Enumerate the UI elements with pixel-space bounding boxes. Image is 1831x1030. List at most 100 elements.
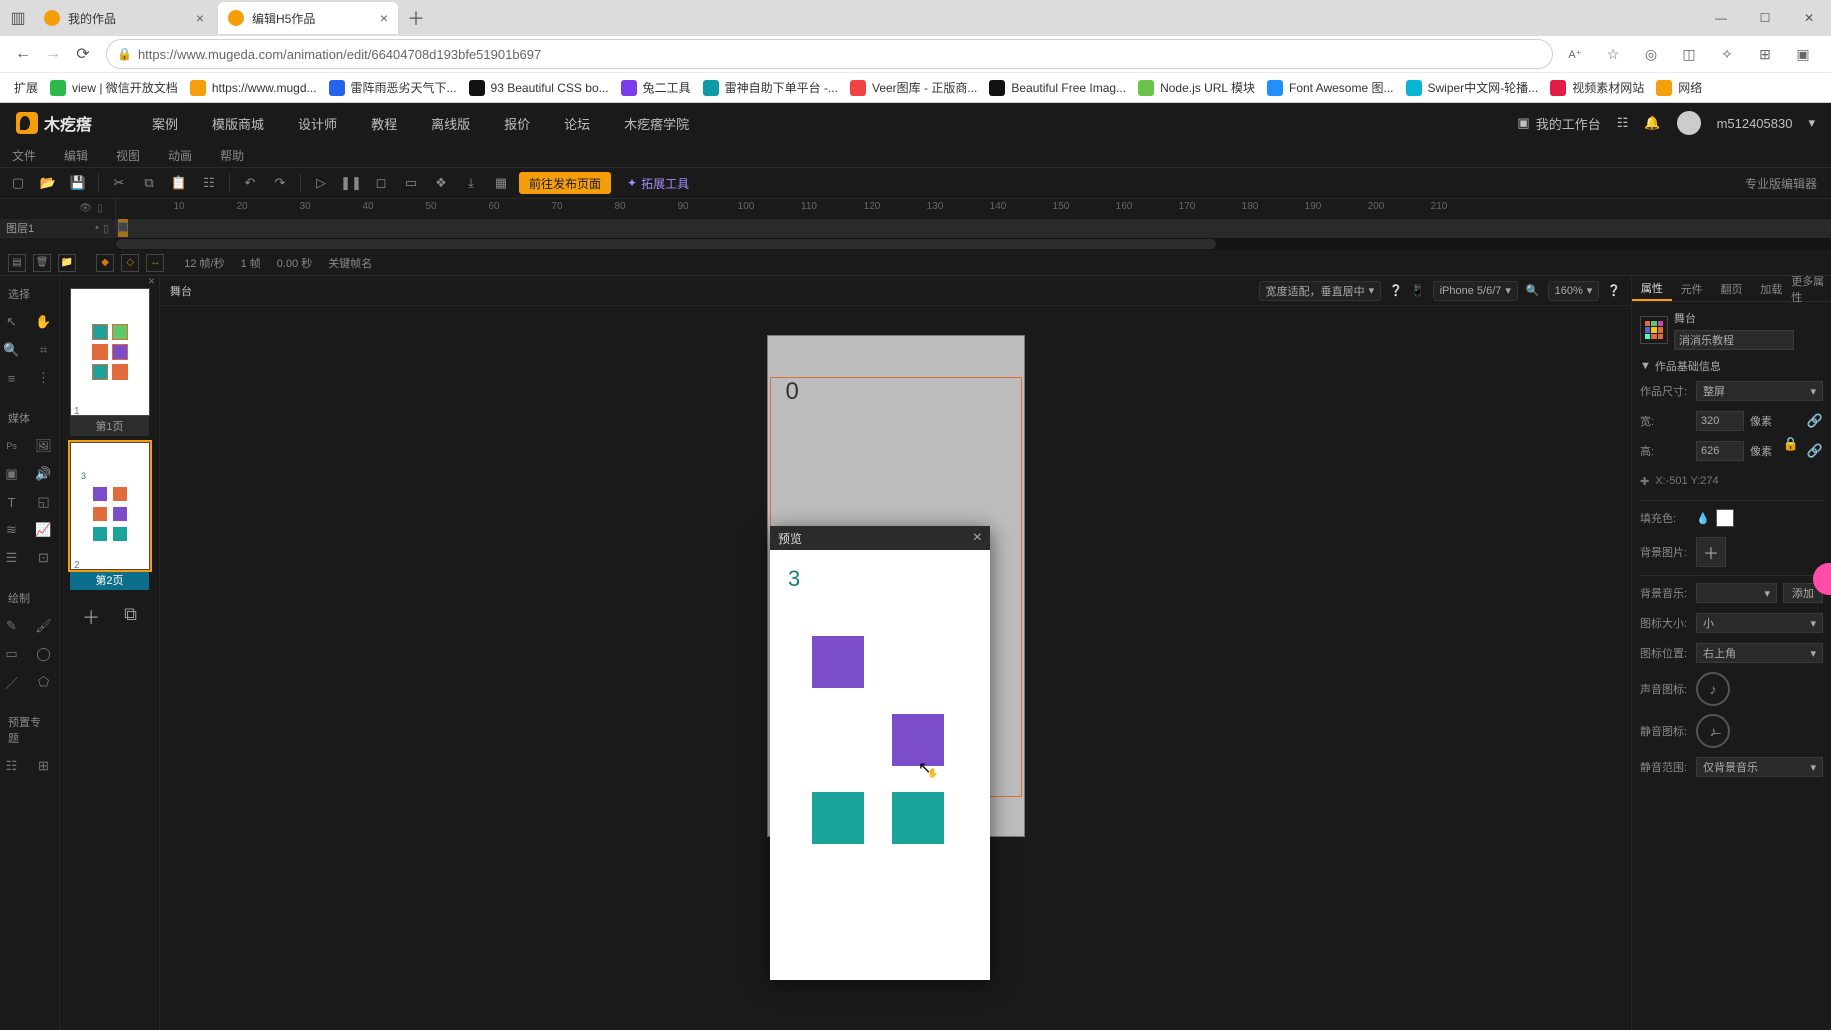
video-tool[interactable]: ≋	[0, 518, 24, 542]
qr-icon[interactable]: ❖	[429, 171, 453, 195]
pen-tool[interactable]: ✎	[0, 614, 24, 638]
distribute-tool[interactable]: ⋮	[32, 366, 56, 390]
clipboard-icon[interactable]: ☷	[197, 171, 221, 195]
game-tile[interactable]	[892, 714, 944, 766]
menu-item[interactable]: 动画	[168, 147, 192, 164]
browser-tab-2[interactable]: 编辑H5作品 ×	[218, 2, 398, 34]
timeline-track-area[interactable]: 1020304050607080901001101201301401501601…	[116, 199, 1831, 237]
layer-row[interactable]: 图层1 • ▯	[0, 219, 115, 237]
copy-icon[interactable]: ⧉	[137, 171, 161, 195]
menu-item[interactable]: 帮助	[220, 147, 244, 164]
undo-icon[interactable]: ↶	[238, 171, 262, 195]
panel-close-icon[interactable]: ×	[148, 274, 155, 288]
layer-visibility-toggle[interactable]: •	[95, 222, 99, 235]
bookmark-item[interactable]: Swiper中文网-轮播...	[1400, 79, 1545, 96]
zoom-tool[interactable]: 🔍	[0, 338, 24, 362]
zoom-select[interactable]: 160% ▾	[1548, 281, 1600, 301]
pause-icon[interactable]: ❚❚	[339, 171, 363, 195]
sound-icon-preview[interactable]: ♪	[1696, 672, 1730, 706]
keyframe[interactable]	[118, 222, 128, 232]
eyedropper-icon[interactable]: 💧	[1696, 512, 1710, 525]
brush-tool[interactable]: 🖌	[32, 614, 56, 638]
open-icon[interactable]: 📂	[36, 171, 60, 195]
bookmark-item[interactable]: 视频素材网站	[1544, 79, 1650, 96]
timeline-track[interactable]	[116, 219, 1831, 237]
nav-link[interactable]: 教程	[371, 114, 397, 133]
ellipse-tool[interactable]: ◯	[32, 642, 56, 666]
scrollbar-thumb[interactable]	[116, 239, 1216, 249]
fill-color-swatch[interactable]	[1716, 509, 1734, 527]
close-icon[interactable]: ×	[973, 529, 982, 547]
line-tool[interactable]: ／	[0, 670, 24, 694]
mute-scope-select[interactable]: 仅背景音乐▾	[1696, 757, 1823, 777]
crop-tool[interactable]: ⌗	[32, 338, 56, 362]
minimize-button[interactable]: ―	[1699, 1, 1743, 35]
redo-icon[interactable]: ↷	[268, 171, 292, 195]
adapt-help-icon[interactable]: ❔	[1389, 284, 1403, 297]
bookmark-item[interactable]: view | 微信开放文档	[44, 79, 184, 96]
maximize-button[interactable]: ☐	[1743, 1, 1787, 35]
bookmark-item[interactable]: Font Awesome 图...	[1261, 79, 1400, 96]
stop-icon[interactable]: ◻	[369, 171, 393, 195]
widget-tool[interactable]: ⊡	[32, 546, 56, 570]
preview-body[interactable]: 3 ↖✋	[770, 550, 990, 980]
text-tool[interactable]: T	[0, 490, 24, 514]
chart-tool[interactable]: 📈	[32, 518, 56, 542]
add-layer-button[interactable]: ▤	[8, 254, 26, 272]
props-tab[interactable]: 属性	[1632, 276, 1672, 301]
split-icon[interactable]: ◫	[1675, 40, 1703, 68]
bookmark-item[interactable]: https://www.mugd...	[184, 79, 323, 96]
list-tool[interactable]: ☰	[0, 546, 24, 570]
width-input[interactable]: 320	[1696, 411, 1744, 431]
preset-2[interactable]: ⊞	[32, 754, 56, 778]
device-select[interactable]: iPhone 5/6/7 ▾	[1433, 281, 1518, 301]
props-tab[interactable]: 更多属性	[1791, 276, 1831, 301]
publish-button[interactable]: 前往发布页面	[519, 172, 611, 194]
grid-icon[interactable]: ▦	[489, 171, 513, 195]
add-page-button[interactable]: ＋	[82, 604, 100, 630]
image-tool[interactable]: 🖼	[32, 434, 56, 458]
brand-logo[interactable]: 木疙瘩	[16, 111, 92, 135]
audio-tool[interactable]: 🔊	[32, 462, 56, 486]
stage-tab[interactable]: 舞台	[170, 283, 192, 299]
reader-icon[interactable]: A⁺	[1561, 40, 1589, 68]
page-thumb-1[interactable]	[70, 288, 150, 416]
duplicate-page-button[interactable]: ⧉	[124, 604, 137, 630]
nav-link[interactable]: 案例	[152, 114, 178, 133]
nav-link[interactable]: 离线版	[431, 114, 470, 133]
layer-lock-toggle[interactable]: ▯	[103, 222, 109, 235]
preset-1[interactable]: ☷	[0, 754, 24, 778]
game-tile[interactable]	[812, 636, 864, 688]
browser-tab-1[interactable]: 我的作品 ×	[34, 2, 214, 34]
play-icon[interactable]: ▷	[309, 171, 333, 195]
tab-overview-button[interactable]: ▥	[6, 6, 30, 30]
height-input[interactable]: 626	[1696, 441, 1744, 461]
adapt-mode-select[interactable]: 宽度适配，垂直居中 ▾	[1259, 281, 1382, 301]
save-icon[interactable]: 💾	[66, 171, 90, 195]
avatar[interactable]	[1677, 111, 1701, 135]
zoom-help-icon[interactable]: ❔	[1607, 284, 1621, 297]
bookmark-item[interactable]: 网络	[1650, 79, 1708, 96]
lock-aspect-icon[interactable]: 🔒	[1783, 436, 1799, 452]
bookmark-item[interactable]: 93 Beautiful CSS bo...	[463, 79, 615, 96]
close-window-button[interactable]: ✕	[1787, 1, 1831, 35]
username[interactable]: m512405830	[1717, 116, 1793, 131]
align-tool[interactable]: ≡	[0, 366, 24, 390]
icon-pos-select[interactable]: 右上角▾	[1696, 643, 1823, 663]
tween-button[interactable]: ↔	[146, 254, 164, 272]
bookmark-item[interactable]: Beautiful Free Imag...	[983, 79, 1132, 96]
cut-icon[interactable]: ✂	[107, 171, 131, 195]
bookmark-item[interactable]: Veer图库 - 正版商...	[844, 79, 983, 96]
search-icon[interactable]: 🔍	[1526, 284, 1540, 297]
nav-link[interactable]: 设计师	[298, 114, 337, 133]
nav-link[interactable]: 论坛	[564, 114, 590, 133]
nav-link[interactable]: 模版商城	[212, 114, 264, 133]
chevron-down-icon[interactable]: ▾	[1808, 115, 1815, 131]
tracking-icon[interactable]: ◎	[1637, 40, 1665, 68]
insert-kf-button[interactable]: ◆	[96, 254, 114, 272]
basic-info-accordion[interactable]: ▼ 作品基础信息	[1640, 358, 1823, 374]
stage-score-text[interactable]: 0	[786, 378, 799, 406]
close-icon[interactable]: ×	[196, 10, 204, 26]
back-button[interactable]: ←	[8, 39, 38, 69]
nav-link[interactable]: 木疙瘩学院	[624, 114, 689, 133]
